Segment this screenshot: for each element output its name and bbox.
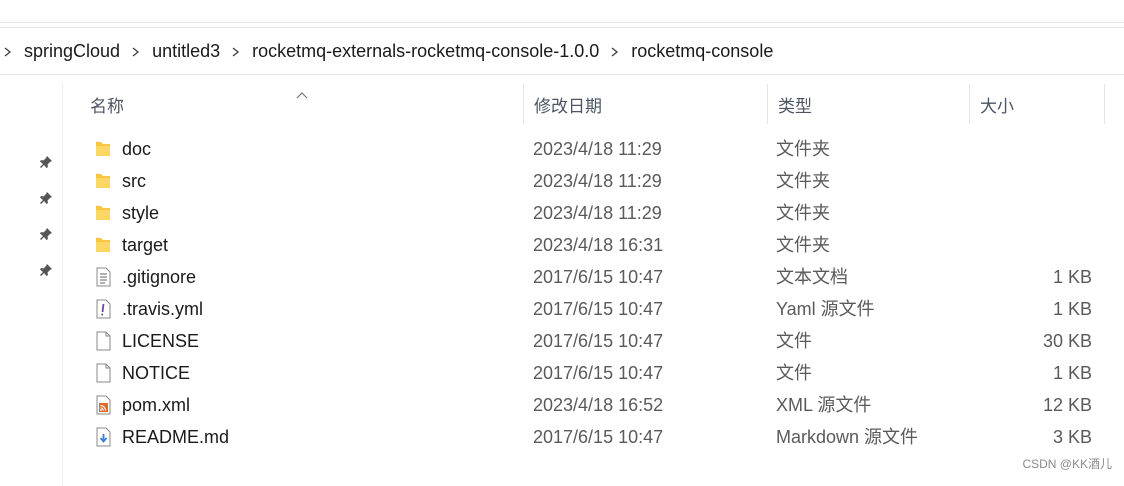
file-date: 2023/4/18 16:52	[533, 395, 664, 415]
file-date: 2017/6/15 10:47	[533, 363, 664, 383]
pin-icon[interactable]	[38, 190, 54, 206]
file-size: 1 KB	[1052, 267, 1092, 287]
file-name: src	[122, 171, 146, 191]
file-type: 文件	[776, 363, 812, 383]
file-size: 12 KB	[1042, 395, 1092, 415]
file-row-license[interactable]: LICENSE 2017/6/15 10:47 文件 30 KB	[62, 325, 1124, 357]
ribbon-strip	[0, 0, 1124, 23]
text-file-icon	[94, 267, 112, 287]
column-header-row: 名称 修改日期 类型 大小	[62, 84, 1124, 124]
file-row-readme[interactable]: README.md 2017/6/15 10:47 Markdown 源文件 3…	[62, 421, 1124, 453]
file-date: 2017/6/15 10:47	[533, 267, 664, 287]
blank-file-icon	[94, 331, 112, 351]
file-date: 2023/4/18 11:29	[533, 203, 662, 223]
file-date: 2023/4/18 11:29	[533, 171, 662, 191]
file-name: LICENSE	[122, 331, 200, 351]
column-header-date[interactable]: 修改日期	[523, 84, 767, 124]
file-row-notice[interactable]: NOTICE 2017/6/15 10:47 文件 1 KB	[62, 357, 1124, 389]
chevron-right-icon[interactable]	[232, 47, 240, 57]
file-name: .travis.yml	[122, 299, 203, 319]
folder-icon	[94, 139, 112, 159]
blank-file-icon	[94, 363, 112, 383]
quick-access-pane	[0, 84, 63, 486]
chevron-right-icon[interactable]	[611, 47, 619, 57]
file-size: 3 KB	[1052, 427, 1092, 447]
file-row-style[interactable]: style 2023/4/18 11:29 文件夹	[62, 197, 1124, 229]
xml-file-icon	[94, 395, 112, 415]
breadcrumb-item-rocketmq-externals[interactable]: rocketmq-externals-rocketmq-console-1.0.…	[252, 41, 599, 62]
file-name: doc	[122, 139, 152, 159]
file-name: target	[122, 235, 169, 255]
breadcrumb-item-rocketmq-console[interactable]: rocketmq-console	[631, 41, 773, 62]
file-date: 2017/6/15 10:47	[533, 299, 664, 319]
folder-icon	[94, 171, 112, 191]
breadcrumb-item-untitled3[interactable]: untitled3	[152, 41, 220, 62]
folder-icon	[94, 203, 112, 223]
markdown-file-icon	[94, 427, 112, 447]
file-date: 2017/6/15 10:47	[533, 331, 664, 351]
file-date: 2023/4/18 11:29	[533, 139, 662, 159]
address-bar[interactable]: springCloud untitled3 rocketmq-externals…	[0, 27, 1124, 75]
folder-icon	[94, 235, 112, 255]
file-row-src[interactable]: src 2023/4/18 11:29 文件夹	[62, 165, 1124, 197]
pin-icon[interactable]	[38, 262, 54, 278]
file-list-pane: 名称 修改日期 类型 大小 doc 2023/4/18 11:29 文件夹 sr…	[0, 84, 1124, 486]
file-type: 文件夹	[776, 235, 830, 255]
file-name: pom.xml	[122, 395, 191, 415]
file-row-travis[interactable]: .travis.yml 2017/6/15 10:47 Yaml 源文件 1 K…	[62, 293, 1124, 325]
file-row-target[interactable]: target 2023/4/18 16:31 文件夹	[62, 229, 1124, 261]
file-date: 2023/4/18 16:31	[533, 235, 664, 255]
column-header-size[interactable]: 大小	[969, 84, 1104, 124]
file-name: README.md	[122, 427, 230, 447]
file-size: 1 KB	[1052, 363, 1092, 383]
file-type: Yaml 源文件	[776, 299, 875, 319]
yaml-file-icon	[94, 299, 112, 319]
file-name: .gitignore	[122, 267, 197, 287]
file-type: 文件夹	[776, 203, 830, 223]
file-row-gitignore[interactable]: .gitignore 2017/6/15 10:47 文本文档 1 KB	[62, 261, 1124, 293]
file-name: style	[122, 203, 160, 223]
chevron-right-icon[interactable]	[132, 47, 140, 57]
file-name: NOTICE	[122, 363, 191, 383]
file-rows: doc 2023/4/18 11:29 文件夹 src 2023/4/18 11…	[62, 133, 1124, 453]
file-type: 文本文档	[776, 267, 848, 287]
column-divider	[1104, 84, 1105, 124]
file-row-doc[interactable]: doc 2023/4/18 11:29 文件夹	[62, 133, 1124, 165]
pin-icon[interactable]	[38, 226, 54, 242]
watermark: CSDN @KK酒儿	[1022, 457, 1112, 471]
column-header-name[interactable]: 名称	[80, 84, 523, 124]
pin-icon[interactable]	[38, 154, 54, 170]
file-size: 30 KB	[1042, 331, 1092, 351]
file-type: 文件夹	[776, 171, 830, 191]
file-size: 1 KB	[1052, 299, 1092, 319]
breadcrumb-item-springcloud[interactable]: springCloud	[24, 41, 120, 62]
file-row-pom[interactable]: pom.xml 2023/4/18 16:52 XML 源文件 12 KB	[62, 389, 1124, 421]
chevron-right-icon[interactable]	[4, 47, 12, 57]
file-type: 文件	[776, 331, 812, 351]
file-type: Markdown 源文件	[776, 427, 919, 447]
file-type: XML 源文件	[776, 395, 872, 415]
file-date: 2017/6/15 10:47	[533, 427, 664, 447]
file-type: 文件夹	[776, 139, 830, 159]
column-header-type[interactable]: 类型	[767, 84, 969, 124]
